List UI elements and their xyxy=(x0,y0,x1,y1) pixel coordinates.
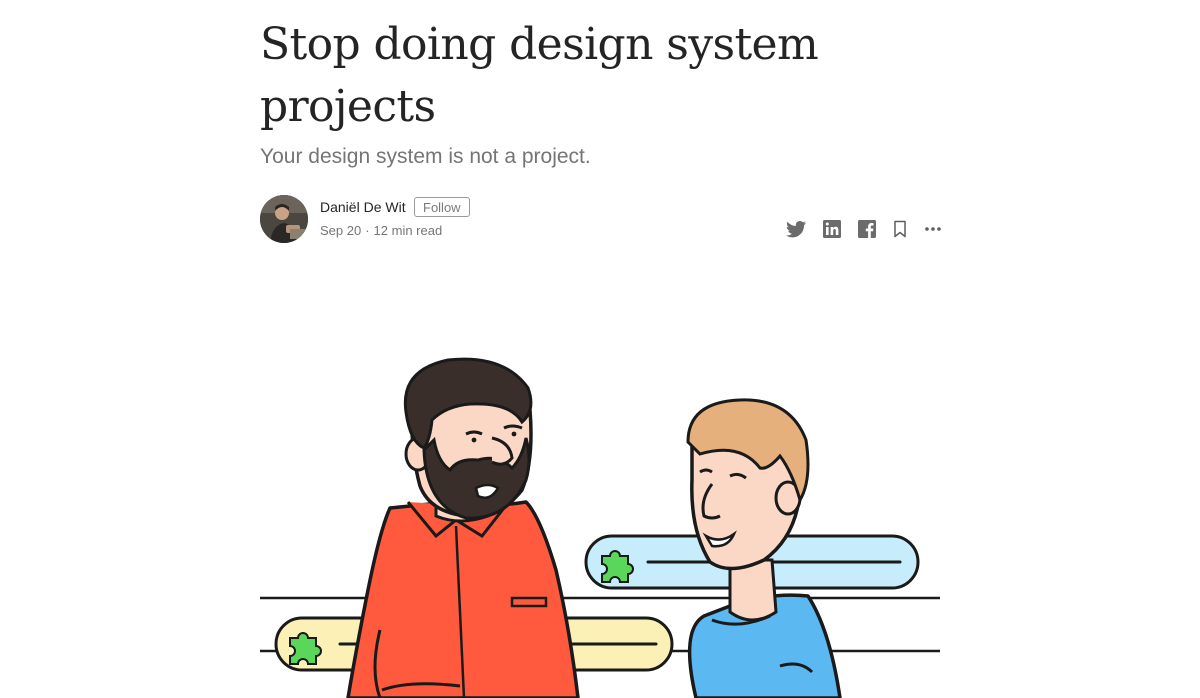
facebook-icon[interactable] xyxy=(855,217,879,241)
author-name[interactable]: Daniël De Wit xyxy=(320,199,406,215)
illustration-two-designers xyxy=(260,357,940,698)
bearded-man xyxy=(346,357,580,698)
article-title: Stop doing design system projects xyxy=(260,19,819,132)
linkedin-icon[interactable] xyxy=(820,217,844,241)
author-avatar-image xyxy=(260,195,308,243)
twitter-icon[interactable] xyxy=(784,217,808,241)
meta-separator: · xyxy=(365,223,370,238)
follow-button[interactable]: Follow xyxy=(414,197,470,217)
article-meta: Sep 20 · 12 min read xyxy=(320,223,442,238)
read-time: 12 min read xyxy=(373,223,443,238)
publish-date: Sep 20 xyxy=(320,223,362,238)
more-icon[interactable] xyxy=(921,217,945,241)
author-avatar[interactable] xyxy=(260,195,308,243)
hero-illustration xyxy=(260,330,940,698)
article-subtitle: Your design system is not a project. xyxy=(260,145,591,168)
bookmark-icon[interactable] xyxy=(888,217,912,241)
author-byline: Daniël De Wit Follow Sep 20 · 12 min read xyxy=(260,194,941,244)
